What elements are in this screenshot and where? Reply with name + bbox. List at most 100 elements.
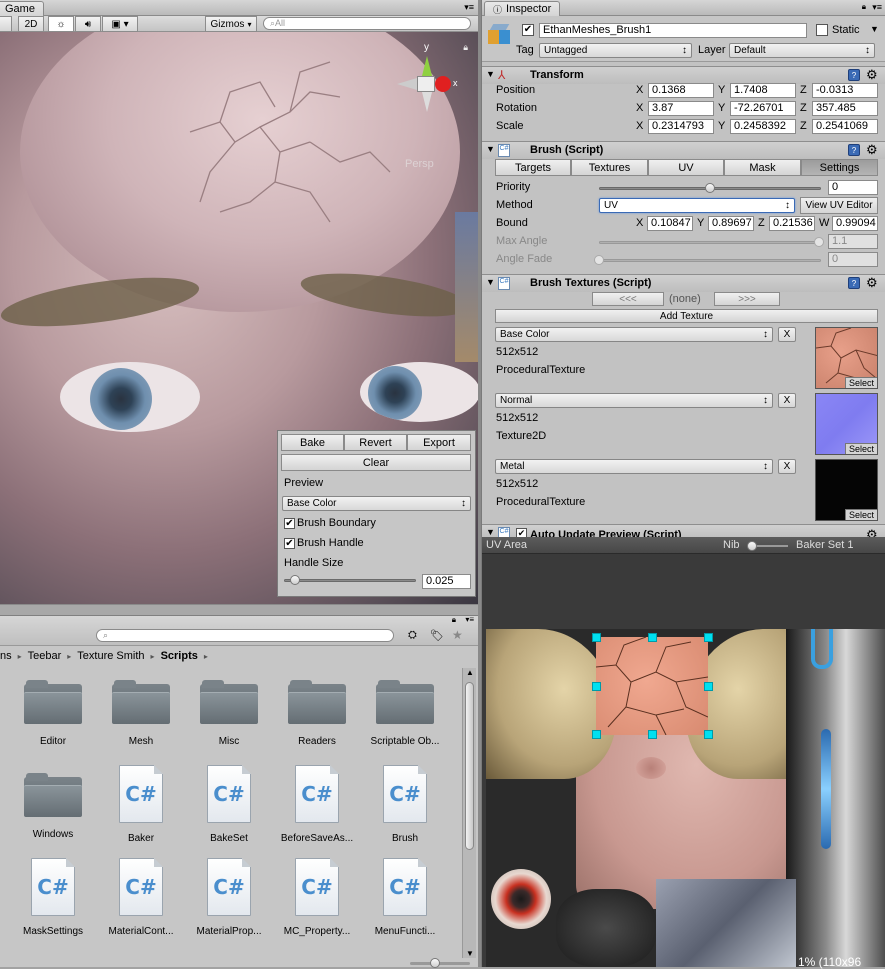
script-item[interactable]: C# Brush (365, 765, 445, 844)
search-field[interactable]: ⌕All (263, 17, 471, 30)
toolbar-left-button[interactable] (0, 16, 12, 32)
lock-icon-inspector[interactable]: 🔒︎ (862, 2, 866, 12)
uv-handle-bl[interactable] (592, 730, 601, 739)
effects-button[interactable]: ▣ ▾ (102, 16, 138, 32)
breadcrumb-item[interactable]: Teebar (28, 650, 62, 662)
panel-menu-icon-project[interactable]: ▾≡ (465, 615, 474, 624)
texture-channel-dropdown[interactable]: Metal ↕ (495, 459, 773, 474)
panel-splitter[interactable] (0, 604, 478, 615)
bake-button[interactable]: Bake (281, 434, 344, 451)
view-uv-editor-button[interactable]: View UV Editor (800, 197, 878, 214)
brush-boundary-checkbox[interactable]: ✔ (284, 517, 295, 529)
remove-texture-button[interactable]: X (778, 393, 796, 408)
brush-textures-header[interactable]: ▼ C# Brush Textures (Script) ? ⚙ (482, 274, 885, 292)
tab-textures[interactable]: Textures (571, 159, 648, 176)
remove-texture-button[interactable]: X (778, 459, 796, 474)
breadcrumb-item[interactable]: ns (0, 650, 12, 662)
brush-handle-toggle[interactable]: ✔ Brush Handle (284, 537, 364, 549)
gear-icon[interactable]: ⚙ (866, 142, 878, 158)
texture-channel-dropdown[interactable]: Base Color ↕ (495, 327, 773, 342)
add-texture-button[interactable]: Add Texture (495, 309, 878, 323)
scale-x-field[interactable]: 0.2314793 (648, 119, 714, 134)
bound-w-field[interactable]: 0.99094 (832, 216, 878, 231)
mode-2d-button[interactable]: 2D (18, 16, 44, 32)
remove-texture-button[interactable]: X (778, 327, 796, 342)
breadcrumb-item[interactable]: Texture Smith (77, 650, 144, 662)
brush-script-header[interactable]: ▼ C# Brush (Script) ? ⚙ (482, 141, 885, 159)
handle-size-track[interactable] (284, 579, 416, 582)
preview-dropdown[interactable]: Base Color ↕ (282, 496, 471, 511)
uv-brush-rect[interactable] (595, 636, 709, 736)
filter-type-icon[interactable]: ⛭ (408, 629, 417, 642)
breadcrumb-item-current[interactable]: Scripts (161, 650, 198, 662)
script-item[interactable]: C# Baker (101, 765, 181, 844)
handle-size-field[interactable]: 0.025 (422, 574, 471, 589)
method-dropdown[interactable]: UV ↕ (599, 198, 795, 213)
audio-button[interactable]: 🔊︎ (75, 16, 101, 32)
script-item[interactable]: C# MaterialCont... (101, 858, 181, 937)
scroll-up-icon[interactable]: ▲ (466, 668, 474, 677)
panel-menu-icon[interactable]: ▾≡ (464, 2, 474, 13)
uv-handle-tl[interactable] (592, 633, 601, 642)
rotation-x-field[interactable]: 3.87 (648, 101, 714, 116)
tab-inspector[interactable]: ⓘ Inspector (484, 1, 561, 16)
uv-handle-mr[interactable] (704, 682, 713, 691)
priority-field[interactable]: 0 (828, 180, 878, 195)
static-checkbox[interactable] (816, 24, 828, 36)
help-icon[interactable]: ? (848, 69, 860, 81)
lock-icon-project[interactable]: 🔒︎ (452, 615, 456, 625)
texture-thumbnail[interactable]: Select (815, 459, 878, 521)
select-texture-button[interactable]: Select (844, 443, 877, 454)
uv-handle-tr[interactable] (704, 633, 713, 642)
active-checkbox[interactable]: ✔ (522, 24, 534, 36)
rotation-z-field[interactable]: 357.485 (812, 101, 878, 116)
tab-mask[interactable]: Mask (724, 159, 801, 176)
scale-y-field[interactable]: 0.2458392 (730, 119, 796, 134)
filter-label-icon[interactable]: 🏷︎ (430, 629, 444, 642)
position-z-field[interactable]: -0.0313 (812, 83, 878, 98)
foldout-icon[interactable]: ▼ (486, 277, 495, 287)
script-item[interactable]: C# MaskSettings (13, 858, 93, 937)
script-item[interactable]: C# BakeSet (189, 765, 269, 844)
transform-header[interactable]: ▼ ⅄ Transform ? ⚙ (482, 66, 885, 84)
bound-x-field[interactable]: 0.10847 (647, 216, 693, 231)
next-texture-button[interactable]: >>> (714, 292, 780, 306)
gear-icon[interactable]: ⚙ (866, 275, 878, 291)
help-icon[interactable]: ? (848, 277, 860, 289)
script-item[interactable]: C# MenuFuncti... (365, 858, 445, 937)
favorite-icon[interactable]: ★ (452, 628, 463, 642)
texture-thumbnail[interactable]: Select (815, 327, 878, 389)
lighting-button[interactable]: ☼ (48, 16, 74, 32)
object-name-field[interactable]: EthanMeshes_Brush1 (539, 23, 807, 38)
brush-handle-checkbox[interactable]: ✔ (284, 537, 295, 549)
nib-slider-thumb[interactable] (747, 541, 757, 551)
export-button[interactable]: Export (407, 434, 471, 451)
priority-slider-thumb[interactable] (705, 183, 715, 193)
folder-item[interactable]: Scriptable Ob... (365, 680, 445, 747)
script-item[interactable]: C# MC_Property... (277, 858, 357, 937)
scroll-thumb[interactable] (465, 682, 474, 850)
folder-item[interactable]: Misc (189, 680, 269, 747)
handle-size-thumb[interactable] (289, 575, 300, 585)
gear-icon[interactable]: ⚙ (866, 67, 878, 83)
project-search[interactable]: ⌕ (96, 629, 394, 642)
folder-item[interactable]: Mesh (101, 680, 181, 747)
select-texture-button[interactable]: Select (844, 509, 877, 520)
tab-uv[interactable]: UV (648, 159, 724, 176)
foldout-icon[interactable]: ▼ (486, 527, 495, 537)
foldout-icon[interactable]: ▼ (486, 144, 495, 154)
tab-settings[interactable]: Settings (801, 159, 878, 176)
brush-boundary-toggle[interactable]: ✔ Brush Boundary (284, 517, 376, 529)
lock-icon[interactable]: 🔒︎ (463, 42, 468, 53)
bound-z-field[interactable]: 0.21536 (769, 216, 815, 231)
script-item[interactable]: C# BeforeSaveAs... (277, 765, 357, 844)
prev-texture-button[interactable]: <<< (592, 292, 664, 306)
uv-handle-bm[interactable] (648, 730, 657, 739)
game-viewport[interactable]: y x Persp 🔒︎ Bake Revert Export Clear Pr… (0, 32, 478, 604)
folder-item[interactable]: Windows (13, 773, 93, 840)
uv-handle-br[interactable] (704, 730, 713, 739)
revert-button[interactable]: Revert (344, 434, 407, 451)
project-scrollbar[interactable]: ▲ ▼ (462, 668, 476, 958)
bound-y-field[interactable]: 0.89697 (708, 216, 754, 231)
position-y-field[interactable]: 1.7408 (730, 83, 796, 98)
